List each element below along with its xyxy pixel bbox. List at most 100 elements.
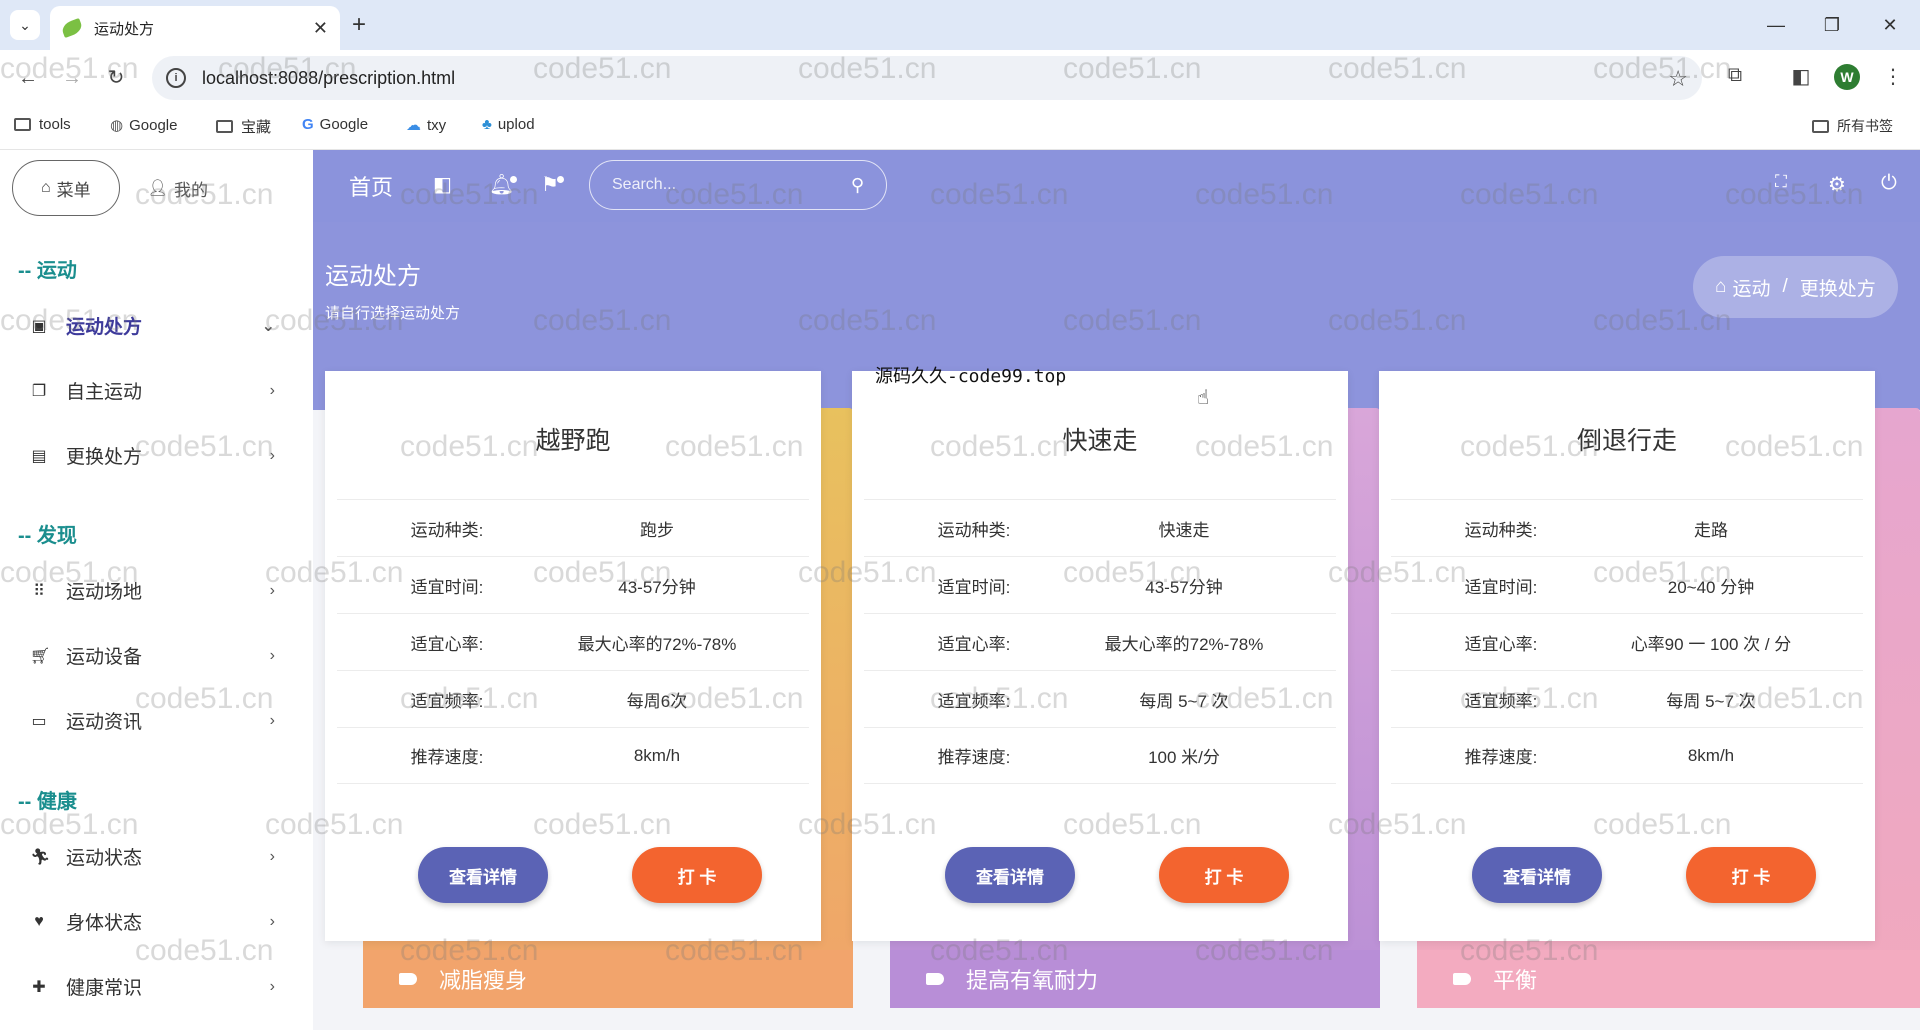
row-key: 适宜时间: <box>410 577 484 597</box>
chevron-right-icon: › <box>269 381 275 399</box>
card-row: 适宜频率: 每周6次 <box>337 670 809 727</box>
card-row: 运动种类: 跑步 <box>337 499 809 556</box>
bookmark-txy[interactable]: ☁ txy <box>406 116 446 135</box>
tab-search-button[interactable]: ⌄ <box>10 10 40 40</box>
calendar-icon: ▤ <box>31 447 47 465</box>
chevron-right-icon: › <box>269 446 275 464</box>
sidebar-tab-mine[interactable]: 👤︎ 我的 <box>120 160 236 216</box>
check-in-button[interactable]: 打 卡 <box>1159 847 1289 903</box>
forward-button[interactable]: → <box>56 62 88 94</box>
sidebar-toggle-icon[interactable]: ◧ <box>433 172 452 197</box>
bookmark-tools[interactable]: tools <box>14 116 71 133</box>
row-value: 跑步 <box>640 520 674 540</box>
row-key: 推荐速度: <box>410 748 484 767</box>
prescription-card: 快速走 运动种类: 快速走 适宜时间: 43-57分钟 适宜心率: 最大心率的72%-… <box>852 371 1348 941</box>
row-value: 心率90 一 100 次 / 分 <box>1630 634 1792 654</box>
side-panel-icon[interactable]: ◧ <box>1786 64 1816 89</box>
sidebar-item-free-exercise[interactable]: ❐ 自主运动 › <box>30 377 275 404</box>
card-title: 越野跑 <box>535 427 611 455</box>
category-tag[interactable]: 平衡 <box>1417 950 1920 1008</box>
tag-icon <box>1453 973 1471 985</box>
sidebar-item-health-knowledge[interactable]: ✚ 健康常识 › <box>30 973 275 1000</box>
chevron-right-icon: › <box>269 912 275 930</box>
row-value: 8km/h <box>633 745 681 765</box>
bookmarks-bar: tools ◍ Google 宝藏 G Google ☁ txy ♣ uplod 所有书… <box>0 106 1920 150</box>
restore-window-button[interactable]: ❐ <box>1812 8 1852 42</box>
hand-cursor-icon: ☝ <box>1197 387 1210 409</box>
profile-avatar[interactable]: W <box>1834 64 1860 90</box>
all-bookmarks[interactable]: 所有书签 <box>1812 116 1893 136</box>
new-tab-button[interactable]: + <box>352 10 366 40</box>
address-bar[interactable]: i localhost:8088/prescription.html ☆ <box>152 56 1702 100</box>
extensions-icon[interactable]: ⧉ <box>1720 64 1750 87</box>
search-icon[interactable]: ⚲ <box>851 175 864 196</box>
sidebar: ⌂ 菜单 👤︎ 我的 -- 运动 ▣ 运动处方 ⌄ ❐ 自主运动 › ▤ 更换处方 › -- 发… <box>0 150 313 1030</box>
category-tag[interactable]: 减脂瘦身 <box>363 950 853 1008</box>
sidebar-item-exercise-status[interactable]: 🏃︎ 运动状态 › <box>30 843 275 870</box>
minimize-window-button[interactable]: — <box>1756 8 1796 42</box>
flag-dot <box>557 176 564 183</box>
more-menu-icon[interactable]: ⋮ <box>1878 64 1908 89</box>
sidebar-tab-menu[interactable]: ⌂ 菜单 <box>12 160 120 216</box>
bookmark-google-2[interactable]: G Google <box>302 116 368 133</box>
row-value: 每周 5~7 次 <box>1666 691 1756 711</box>
card-row: 适宜心率: 心率90 一 100 次 / 分 <box>1391 613 1863 670</box>
browser-tabstrip: ⌄ 运动处方 ✕ + — ❐ ✕ <box>0 0 1920 50</box>
browser-tab[interactable]: 运动处方 ✕ <box>50 6 340 50</box>
bookmark-treasure[interactable]: 宝藏 <box>216 116 271 137</box>
reload-button[interactable]: ↻ <box>100 62 132 94</box>
copy-icon: ❐ <box>31 382 47 400</box>
gear-icon[interactable]: ⚙ <box>1828 172 1846 197</box>
view-details-button[interactable]: 查看详情 <box>945 847 1075 903</box>
browser-toolbar: ← → ↻ i localhost:8088/prescription.html… <box>0 50 1920 106</box>
page: ⌂ 菜单 👤︎ 我的 -- 运动 ▣ 运动处方 ⌄ ❐ 自主运动 › ▤ 更换处方 › -- 发… <box>0 150 1920 1030</box>
search-box[interactable]: Search... ⚲ <box>589 160 887 210</box>
search-input[interactable]: Search... <box>612 176 851 194</box>
bookmark-google[interactable]: ◍ Google <box>110 116 177 135</box>
row-value: 20~40 分钟 <box>1667 577 1755 597</box>
back-button[interactable]: ← <box>12 62 44 94</box>
row-value: 走路 <box>1694 520 1728 540</box>
site-info-icon[interactable]: i <box>166 68 186 88</box>
tab-title: 运动处方 <box>94 20 155 38</box>
home-link[interactable]: 首页 <box>349 170 393 202</box>
sidebar-item-body-status[interactable]: ♥ 身体状态 › <box>30 908 275 935</box>
flag-icon[interactable]: ⚑ <box>541 172 559 197</box>
bookmark-uplod[interactable]: ♣ uplod <box>482 116 535 133</box>
chevron-right-icon: › <box>269 581 275 599</box>
fullscreen-icon[interactable]: ⛶ <box>1775 172 1787 192</box>
card-row: 运动种类: 快速走 <box>864 499 1336 556</box>
card-row: 适宜频率: 每周 5~7 次 <box>1391 670 1863 727</box>
check-in-button[interactable]: 打 卡 <box>632 847 762 903</box>
category-tag[interactable]: 提高有氧耐力 <box>890 950 1380 1008</box>
chevron-right-icon: › <box>269 646 275 664</box>
sidebar-item-prescription[interactable]: ▣ 运动处方 ⌄ <box>30 312 275 339</box>
row-key: 适宜频率: <box>1464 691 1538 711</box>
close-window-button[interactable]: ✕ <box>1870 8 1910 42</box>
sidebar-item-venues[interactable]: ⠿ 运动场地 › <box>30 577 275 604</box>
book-icon: ▣ <box>31 317 47 335</box>
view-details-button[interactable]: 查看详情 <box>1472 847 1602 903</box>
google-icon: G <box>302 116 314 133</box>
chevron-right-icon: › <box>269 711 275 729</box>
power-icon[interactable]: ⏻ <box>1881 172 1897 195</box>
folder-icon <box>14 118 31 131</box>
sidebar-section-discover: -- 发现 <box>18 525 77 547</box>
sidebar-item-change-prescription[interactable]: ▤ 更换处方 › <box>30 442 275 469</box>
view-details-button[interactable]: 查看详情 <box>418 847 548 903</box>
card-row: 适宜心率: 最大心率的72%-78% <box>864 613 1336 670</box>
uplod-icon: ♣ <box>482 116 492 133</box>
bookmark-star-icon[interactable]: ☆ <box>1668 66 1688 92</box>
row-key: 运动种类: <box>1464 520 1538 540</box>
close-tab-icon[interactable]: ✕ <box>313 18 328 39</box>
row-value: 每周 5~7 次 <box>1139 691 1229 711</box>
monitor-icon: ▭ <box>31 712 47 730</box>
sidebar-item-equipment[interactable]: 🛒︎ 运动设备 › <box>30 642 275 669</box>
prescription-card: 越野跑 运动种类: 跑步 适宜时间: 43-57分钟 适宜心率: 最大心率的72%-7… <box>325 371 821 941</box>
row-value: 快速走 <box>1158 520 1210 540</box>
breadcrumb-sport[interactable]: 运动 <box>1732 274 1770 301</box>
sidebar-section-sport: -- 运动 <box>18 260 77 282</box>
card-row: 适宜心率: 最大心率的72%-78% <box>337 613 809 670</box>
sidebar-item-news[interactable]: ▭ 运动资讯 › <box>30 707 275 734</box>
check-in-button[interactable]: 打 卡 <box>1686 847 1816 903</box>
